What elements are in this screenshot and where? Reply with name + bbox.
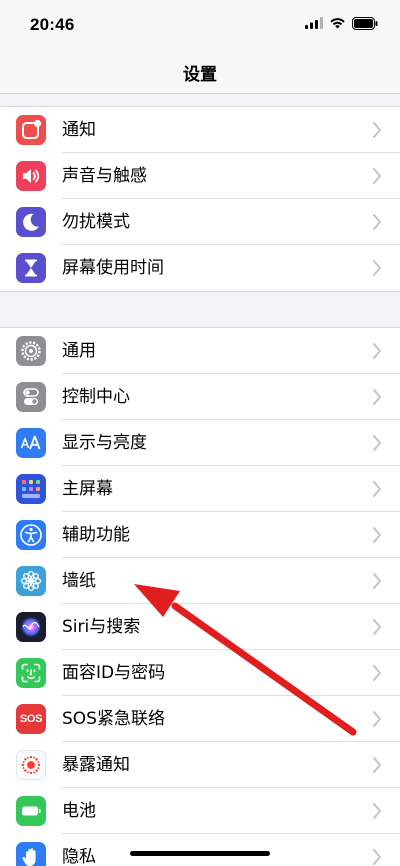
chevron-right-icon	[373, 214, 381, 230]
speaker-icon	[16, 161, 46, 191]
notifications-icon	[16, 115, 46, 145]
settings-row-do-not-disturb[interactable]: 勿扰模式	[0, 199, 400, 245]
sos-icon-text: SOS	[19, 713, 43, 725]
face-id-icon	[16, 658, 46, 688]
accessibility-icon	[16, 520, 46, 550]
battery-icon	[16, 796, 46, 826]
flower-icon	[16, 566, 46, 596]
settings-row-screen-time[interactable]: 屏幕使用时间	[0, 245, 400, 291]
text-size-icon	[16, 428, 46, 458]
chevron-right-icon	[373, 711, 381, 727]
settings-row-notifications[interactable]: 通知	[0, 107, 400, 153]
settings-row-label: 声音与触感	[62, 166, 147, 186]
settings-row-label: 面容ID与密码	[62, 663, 166, 683]
status-time: 20:46	[30, 15, 75, 34]
settings-row-label: 屏幕使用时间	[62, 258, 164, 278]
status-icons	[305, 15, 378, 31]
settings-row-label: Siri与搜索	[62, 617, 141, 637]
exposure-icon	[16, 750, 46, 780]
settings-group-2: 通用 控制中心 显示与亮度 主屏幕 辅助功能 墙纸 Siri与搜索 面容ID与密…	[0, 327, 400, 866]
settings-row-label: 墙纸	[62, 571, 96, 591]
settings-row-sounds[interactable]: 声音与触感	[0, 153, 400, 199]
settings-row-label: 通用	[62, 341, 96, 361]
settings-row-siri-search[interactable]: Siri与搜索	[0, 604, 400, 650]
settings-row-label: 勿扰模式	[62, 212, 130, 232]
chevron-right-icon	[373, 168, 381, 184]
settings-row-battery[interactable]: 电池	[0, 788, 400, 834]
home-grid-icon	[16, 474, 46, 504]
hourglass-icon	[16, 253, 46, 283]
settings-row-control-center[interactable]: 控制中心	[0, 374, 400, 420]
settings-row-label: 控制中心	[62, 387, 130, 407]
settings-row-label: 主屏幕	[62, 479, 113, 499]
battery-status-icon	[352, 16, 378, 30]
chevron-right-icon	[373, 573, 381, 589]
status-bar: 20:46	[0, 0, 400, 48]
settings-row-label: SOS紧急联络	[62, 709, 165, 729]
settings-row-label: 辅助功能	[62, 525, 130, 545]
settings-row-label: 隐私	[62, 847, 96, 866]
settings-row-label: 暴露通知	[62, 755, 130, 775]
settings-row-accessibility[interactable]: 辅助功能	[0, 512, 400, 558]
settings-row-label: 通知	[62, 120, 96, 140]
hand-icon	[16, 842, 46, 866]
gear-icon	[16, 336, 46, 366]
wifi-icon	[330, 18, 345, 29]
signal-icon	[305, 17, 323, 29]
chevron-right-icon	[373, 481, 381, 497]
page-title: 设置	[183, 65, 217, 85]
chevron-right-icon	[373, 803, 381, 819]
settings-row-label: 电池	[62, 801, 96, 821]
nav-bar: 设置	[0, 48, 400, 94]
chevron-right-icon	[373, 527, 381, 543]
chevron-right-icon	[373, 757, 381, 773]
settings-row-general[interactable]: 通用	[0, 328, 400, 374]
settings-row-wallpaper[interactable]: 墙纸	[0, 558, 400, 604]
settings-row-label: 显示与亮度	[62, 433, 147, 453]
settings-row-home-screen[interactable]: 主屏幕	[0, 466, 400, 512]
chevron-right-icon	[373, 389, 381, 405]
toggles-icon	[16, 382, 46, 412]
chevron-right-icon	[373, 435, 381, 451]
sos-icon: SOS	[16, 704, 46, 734]
siri-icon	[16, 612, 46, 642]
settings-row-emergency-sos[interactable]: SOS SOS紧急联络	[0, 696, 400, 742]
chevron-right-icon	[373, 122, 381, 138]
chevron-right-icon	[373, 665, 381, 681]
settings-row-face-id[interactable]: 面容ID与密码	[0, 650, 400, 696]
settings-row-display-brightness[interactable]: 显示与亮度	[0, 420, 400, 466]
chevron-right-icon	[373, 849, 381, 865]
settings-group-1: 通知 声音与触感 勿扰模式 屏幕使用时间	[0, 106, 400, 292]
moon-icon	[16, 207, 46, 237]
chevron-right-icon	[373, 619, 381, 635]
settings-row-privacy[interactable]: 隐私	[0, 834, 400, 866]
chevron-right-icon	[373, 260, 381, 276]
home-indicator[interactable]	[130, 851, 270, 856]
chevron-right-icon	[373, 343, 381, 359]
settings-row-exposure-notifications[interactable]: 暴露通知	[0, 742, 400, 788]
